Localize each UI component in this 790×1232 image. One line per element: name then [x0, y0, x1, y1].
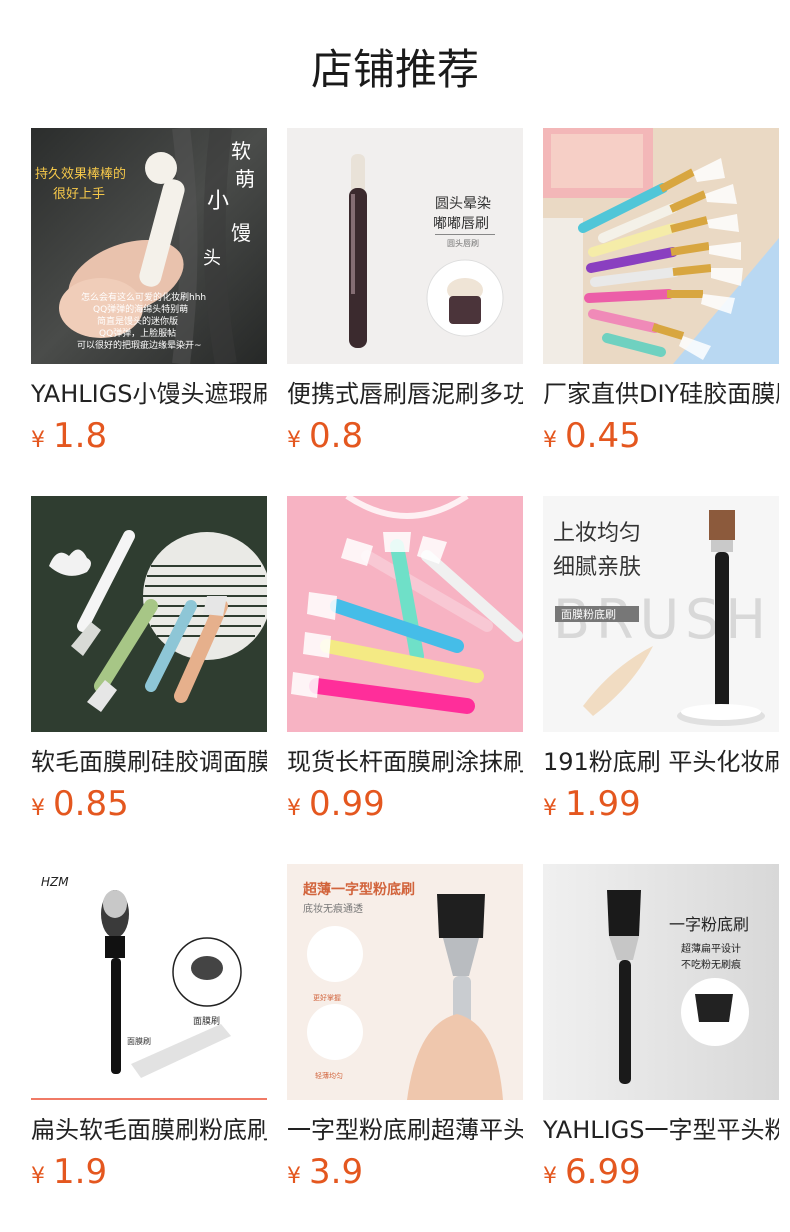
- image-caption: 轻薄均匀: [315, 1071, 343, 1080]
- currency-symbol: ¥: [31, 428, 45, 453]
- image-caption: 超薄一字型粉底刷: [302, 881, 415, 898]
- currency-symbol: ¥: [543, 428, 557, 453]
- currency-symbol: ¥: [287, 428, 301, 453]
- image-caption: 更好掌握: [313, 993, 341, 1002]
- product-name[interactable]: 扁头软毛面膜刷粉底刷: [31, 1114, 267, 1146]
- currency-symbol: ¥: [287, 1164, 301, 1189]
- price-value: 1.8: [53, 416, 108, 456]
- product-image[interactable]: 一字粉底刷 超薄扁平设计 不吃粉无刷痕: [543, 864, 779, 1100]
- product-card[interactable]: 一字粉底刷 超薄扁平设计 不吃粉无刷痕 YAHLIGS一字型平头粉底刷 ¥6.9…: [543, 864, 779, 1232]
- product-name[interactable]: 软毛面膜刷硅胶调面膜棒: [31, 746, 267, 778]
- image-caption: 软: [231, 139, 251, 163]
- image-caption: 持久效果棒棒的: [35, 166, 126, 182]
- image-caption: 简直是馒头的迷你版: [97, 315, 178, 327]
- product-name[interactable]: YAHLIGS小馒头遮瑕刷: [31, 378, 267, 410]
- image-caption: 怎么会有这么可爱的化妆刷hhh: [81, 291, 206, 303]
- product-image[interactable]: 超薄一字型粉底刷 底妆无痕通透 更好掌握 轻薄均匀: [287, 864, 523, 1100]
- image-caption: QQ弹弹，上脸服帖: [99, 327, 176, 339]
- currency-symbol: ¥: [287, 796, 301, 821]
- product-name[interactable]: YAHLIGS一字型平头粉底刷: [543, 1114, 779, 1146]
- product-name[interactable]: 一字型粉底刷超薄平头: [287, 1114, 523, 1146]
- image-caption: 细腻亲肤: [553, 555, 641, 580]
- product-name[interactable]: 厂家直供DIY硅胶面膜刷: [543, 378, 779, 410]
- page-title: 店铺推荐: [310, 45, 479, 94]
- product-price: ¥0.99: [287, 784, 523, 824]
- product-card[interactable]: 软毛面膜刷硅胶调面膜棒 ¥0.85: [31, 496, 267, 864]
- product-image[interactable]: 持久效果棒棒的 很好上手 软 萌 小 馒 头 怎么会有这么可爱的化妆刷hhh Q…: [31, 128, 267, 364]
- product-name[interactable]: 现货长杆面膜刷涂抹刷: [287, 746, 523, 778]
- image-caption: HZM: [41, 875, 69, 889]
- product-grid: 持久效果棒棒的 很好上手 软 萌 小 馒 头 怎么会有这么可爱的化妆刷hhh Q…: [31, 128, 779, 1232]
- product-price: ¥1.9: [31, 1152, 267, 1192]
- price-value: 0.45: [565, 416, 641, 456]
- image-caption: 嘟嘟唇刷: [433, 216, 489, 232]
- product-image[interactable]: 圆头晕染 嘟嘟唇刷 圆头唇刷: [287, 128, 523, 364]
- image-caption: 圆头唇刷: [447, 238, 479, 248]
- price-value: 1.99: [565, 784, 641, 824]
- currency-symbol: ¥: [31, 1164, 45, 1189]
- product-card[interactable]: 现货长杆面膜刷涂抹刷 ¥0.99: [287, 496, 523, 864]
- price-value: 0.85: [53, 784, 129, 824]
- currency-symbol: ¥: [543, 1164, 557, 1189]
- image-caption: 头: [203, 248, 221, 269]
- page: 店铺推荐 持久效果棒棒的 很好上手 软 萌 小 馒 头 怎么会有这么可爱的化妆刷…: [0, 0, 790, 1232]
- currency-symbol: ¥: [543, 796, 557, 821]
- product-price: ¥3.9: [287, 1152, 523, 1192]
- image-caption: 一字粉底刷: [669, 915, 749, 934]
- image-caption: 上妆均匀: [553, 521, 641, 546]
- product-price: ¥0.45: [543, 416, 779, 456]
- image-caption: 馒: [231, 221, 251, 245]
- image-caption: 面膜刷: [193, 1016, 220, 1027]
- image-caption: 面膜刷: [127, 1036, 151, 1046]
- product-card[interactable]: 持久效果棒棒的 很好上手 软 萌 小 馒 头 怎么会有这么可爱的化妆刷hhh Q…: [31, 128, 267, 496]
- product-card[interactable]: 圆头晕染 嘟嘟唇刷 圆头唇刷 便携式唇刷唇泥刷多功能 ¥0.8: [287, 128, 523, 496]
- image-caption: 很好上手: [53, 187, 105, 202]
- image-caption: 超薄扁平设计: [681, 942, 741, 955]
- price-value: 0.8: [309, 416, 364, 456]
- image-caption: 面膜粉底刷: [561, 607, 616, 621]
- product-image[interactable]: [31, 496, 267, 732]
- product-name[interactable]: 便携式唇刷唇泥刷多功能: [287, 378, 523, 410]
- product-card[interactable]: 厂家直供DIY硅胶面膜刷 ¥0.45: [543, 128, 779, 496]
- product-price: ¥1.99: [543, 784, 779, 824]
- product-image[interactable]: 上妆均匀 细腻亲肤 BRUSH 面膜粉底刷: [543, 496, 779, 732]
- product-card[interactable]: 上妆均匀 细腻亲肤 BRUSH 面膜粉底刷 191粉底刷 平头化妆刷 ¥1.99: [543, 496, 779, 864]
- image-caption: 小: [207, 189, 229, 214]
- image-caption: QQ弹弹的海绵头特别萌: [93, 303, 188, 315]
- product-card[interactable]: 超薄一字型粉底刷 底妆无痕通透 更好掌握 轻薄均匀 一字型粉底刷超薄平头 ¥3.…: [287, 864, 523, 1232]
- image-caption: 可以很好的把瑕疵边缘晕染开~: [77, 339, 202, 351]
- price-value: 0.99: [309, 784, 385, 824]
- price-value: 3.9: [309, 1152, 364, 1192]
- currency-symbol: ¥: [31, 796, 45, 821]
- image-caption: 萌: [235, 167, 255, 191]
- product-card[interactable]: HZM 面膜刷 面膜刷 扁头软毛面膜刷粉底刷 ¥1.9: [31, 864, 267, 1232]
- image-caption: 不吃粉无刷痕: [681, 958, 741, 971]
- product-name[interactable]: 191粉底刷 平头化妆刷: [543, 746, 779, 778]
- product-price: ¥0.8: [287, 416, 523, 456]
- price-value: 1.9: [53, 1152, 108, 1192]
- product-image[interactable]: [287, 496, 523, 732]
- product-price: ¥1.8: [31, 416, 267, 456]
- price-value: 6.99: [565, 1152, 641, 1192]
- product-image[interactable]: HZM 面膜刷 面膜刷: [31, 864, 267, 1100]
- product-price: ¥6.99: [543, 1152, 779, 1192]
- product-image[interactable]: [543, 128, 779, 364]
- product-price: ¥0.85: [31, 784, 267, 824]
- image-caption: 底妆无痕通透: [303, 902, 363, 915]
- image-caption: 圆头晕染: [435, 196, 491, 212]
